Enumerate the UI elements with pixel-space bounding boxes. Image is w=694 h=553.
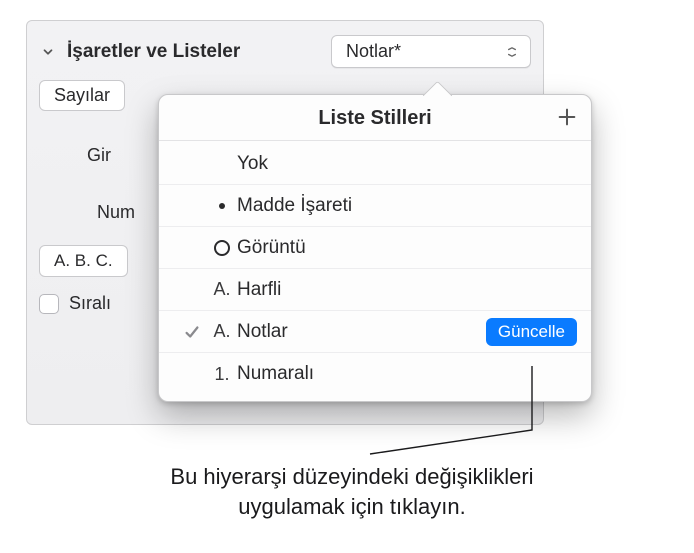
list-style-label: Madde İşareti bbox=[237, 195, 577, 217]
disclosure-triangle-icon[interactable] bbox=[39, 43, 57, 61]
list-marker-icon bbox=[207, 203, 237, 209]
numbers-dropdown[interactable]: Sayılar bbox=[39, 80, 125, 111]
checkmark-icon bbox=[177, 323, 207, 341]
list-marker-icon: 1. bbox=[207, 364, 237, 385]
callout-text: Bu hiyerarşi düzeyindeki değişiklikleri … bbox=[72, 462, 632, 521]
popover-header: Liste Stilleri bbox=[159, 95, 591, 141]
popover-title: Liste Stilleri bbox=[318, 107, 431, 129]
list-style-option[interactable]: A.NotlarGüncelle bbox=[159, 311, 591, 353]
list-style-option[interactable]: Yok bbox=[159, 143, 591, 185]
list-style-option[interactable]: A.Harfli bbox=[159, 269, 591, 311]
chevron-down-icon bbox=[504, 44, 520, 60]
list-style-label: Görüntü bbox=[237, 237, 577, 259]
list-style-label: Notlar bbox=[237, 321, 486, 343]
list-style-label: Yok bbox=[237, 153, 577, 175]
numbers-label: Sayılar bbox=[54, 85, 110, 106]
list-style-label: Numaralı bbox=[237, 363, 577, 385]
list-style-dropdown[interactable]: Notlar* bbox=[331, 35, 531, 68]
indent-label-fragment: Gir bbox=[87, 145, 111, 166]
update-style-button[interactable]: Güncelle bbox=[486, 318, 577, 346]
callout-line2: uygulamak için tıklayın. bbox=[238, 494, 465, 519]
ordered-checkbox[interactable] bbox=[39, 294, 59, 314]
list-style-option[interactable]: Görüntü bbox=[159, 227, 591, 269]
numbering-label-fragment: Num bbox=[97, 202, 135, 223]
popover-list: YokMadde İşaretiGörüntüA.HarfliA.NotlarG… bbox=[159, 141, 591, 401]
section-header-row: İşaretler ve Listeler Notlar* bbox=[27, 21, 543, 78]
list-marker-icon: A. bbox=[207, 321, 237, 342]
add-style-button[interactable] bbox=[553, 103, 581, 131]
list-marker-icon bbox=[207, 240, 237, 256]
ordered-checkbox-label: Sıralı bbox=[69, 293, 111, 314]
numbering-format-value: A. B. C. bbox=[54, 251, 113, 271]
list-style-value: Notlar* bbox=[346, 41, 401, 62]
numbering-format-dropdown[interactable]: A. B. C. bbox=[39, 245, 128, 277]
list-style-option[interactable]: 1.Numaralı bbox=[159, 353, 591, 395]
list-style-label: Harfli bbox=[237, 279, 577, 301]
list-style-option[interactable]: Madde İşareti bbox=[159, 185, 591, 227]
list-marker-icon: A. bbox=[207, 279, 237, 300]
section-title: İşaretler ve Listeler bbox=[67, 41, 240, 63]
callout-line1: Bu hiyerarşi düzeyindeki değişiklikleri bbox=[170, 464, 533, 489]
list-styles-popover: Liste Stilleri YokMadde İşaretiGörüntüA.… bbox=[158, 94, 592, 402]
